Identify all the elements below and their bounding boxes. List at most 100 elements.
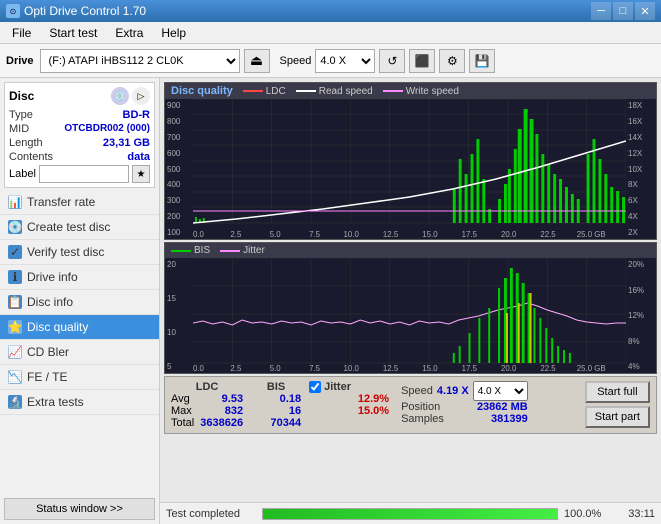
sidebar-item-disc-info[interactable]: 📋 Disc info [0, 290, 159, 315]
y2r-16pct: 16% [628, 286, 654, 295]
label-label: Label [9, 168, 36, 180]
sidebar-item-verify-test-disc[interactable]: ✓ Verify test disc [0, 240, 159, 265]
y1r-12x: 12X [628, 149, 654, 158]
sidebar-item-extra-tests[interactable]: 🔬 Extra tests [0, 390, 159, 415]
nav-label-extra-tests: Extra tests [27, 395, 84, 409]
body: Disc 💿 ▷ Type BD-R MID OTCBDR002 (000) L… [0, 78, 661, 524]
length-value: 23,31 GB [103, 137, 150, 149]
y2r-4pct: 4% [628, 362, 654, 371]
time-display: 33:11 [615, 508, 655, 520]
bis-total-row: 70344 [251, 417, 301, 429]
nav-label-fe-te: FE / TE [27, 370, 67, 384]
toolbar: Drive (F:) ATAPI iHBS112 2 CL0K ⏏ Speed … [0, 44, 661, 78]
app-icon: ⊙ [6, 4, 20, 18]
chart1-svg-container: 0.0 2.5 5.0 7.5 10.0 12.5 15.0 17.5 20.0… [193, 99, 626, 239]
jitter-stats: Jitter 12.9% 15.0% [309, 381, 389, 417]
y1r-8x: 8X [628, 180, 654, 189]
close-button[interactable]: ✕ [635, 2, 655, 20]
status-window-button[interactable]: Status window >> [4, 498, 155, 520]
minimize-button[interactable]: ─ [591, 2, 611, 20]
main-content: Disc quality LDC Read speed Write speed [160, 78, 661, 524]
nav-label-disc-quality: Disc quality [27, 320, 88, 334]
y1r-10x: 10X [628, 165, 654, 174]
sidebar-item-create-test-disc[interactable]: 💿 Create test disc [0, 215, 159, 240]
disc-quality-chart: Disc quality LDC Read speed Write speed [164, 82, 657, 240]
mid-label: MID [9, 123, 29, 135]
y1r-16x: 16X [628, 117, 654, 126]
status-bar: Test completed 100.0% 33:11 [160, 502, 661, 524]
svg-text:5.0: 5.0 [270, 364, 282, 373]
disc-label-input[interactable] [39, 165, 129, 183]
menubar: File Start test Extra Help [0, 22, 661, 44]
y1r-2x: 2X [628, 228, 654, 237]
position-row: Position 23862 MB [401, 401, 528, 413]
drive-select[interactable]: (F:) ATAPI iHBS112 2 CL0K [40, 49, 240, 73]
max-label: Max [171, 405, 192, 417]
disc-type-row: Type BD-R [9, 109, 150, 121]
drive-label: Drive [6, 55, 34, 67]
ldc-total-value: 3638626 [200, 417, 243, 429]
menu-extra[interactable]: Extra [107, 24, 151, 42]
burn-button[interactable]: ⬛ [409, 49, 435, 73]
svg-text:20.0: 20.0 [501, 364, 517, 373]
ldc-stats: LDC Avg 9.53 Max 832 Total 3638626 [171, 381, 243, 429]
menu-start-test[interactable]: Start test [41, 24, 105, 42]
y1r-18x: 18X [628, 101, 654, 110]
svg-text:12.5: 12.5 [383, 230, 399, 239]
cd-bler-icon: 📈 [8, 345, 22, 359]
y1r-6x: 6X [628, 196, 654, 205]
menu-help[interactable]: Help [153, 24, 194, 42]
sidebar-item-drive-info[interactable]: ℹ Drive info [0, 265, 159, 290]
bis-max-value: 16 [289, 405, 301, 417]
disc-panel-header: Disc 💿 ▷ [9, 87, 150, 105]
sidebar-item-cd-bler[interactable]: 📈 CD Bler [0, 340, 159, 365]
jitter-avg-row: 12.9% [309, 393, 389, 405]
refresh-button[interactable]: ↺ [379, 49, 405, 73]
menu-file[interactable]: File [4, 24, 39, 42]
disc-info-icon: 📋 [8, 295, 22, 309]
sidebar-nav: 📊 Transfer rate 💿 Create test disc ✓ Ver… [0, 190, 159, 494]
action-buttons: Start full Start part [585, 381, 650, 428]
eject-button[interactable]: ⏏ [244, 49, 270, 73]
content-inner: Disc quality LDC Read speed Write speed [160, 78, 661, 524]
svg-text:0.0: 0.0 [193, 230, 205, 239]
speed-select[interactable]: 4.0 X [315, 49, 375, 73]
speed-setting-select[interactable]: 4.0 X [473, 381, 528, 401]
y1-400: 400 [167, 180, 191, 189]
nav-label-drive-info: Drive info [27, 270, 78, 284]
svg-text:15.0: 15.0 [422, 230, 438, 239]
type-label: Type [9, 109, 33, 121]
maximize-button[interactable]: □ [613, 2, 633, 20]
fe-te-icon: 📉 [8, 370, 22, 384]
sidebar-item-fe-te[interactable]: 📉 FE / TE [0, 365, 159, 390]
disc-mid-row: MID OTCBDR002 (000) [9, 123, 150, 135]
disc-icon2: ▷ [132, 87, 150, 105]
read-speed-legend-label: Read speed [319, 86, 373, 97]
jitter-checkbox[interactable] [309, 381, 321, 393]
y2r-12pct: 12% [628, 311, 654, 320]
save-button[interactable]: 💾 [469, 49, 495, 73]
sidebar-item-transfer-rate[interactable]: 📊 Transfer rate [0, 190, 159, 215]
start-full-button[interactable]: Start full [585, 381, 650, 403]
chart1-svg: 0.0 2.5 5.0 7.5 10.0 12.5 15.0 17.5 20.0… [193, 99, 626, 239]
start-part-button[interactable]: Start part [585, 406, 650, 428]
sidebar: Disc 💿 ▷ Type BD-R MID OTCBDR002 (000) L… [0, 78, 160, 524]
settings-button[interactable]: ⚙ [439, 49, 465, 73]
speed-label: Speed [280, 55, 312, 67]
titlebar-left: ⊙ Opti Drive Control 1.70 [6, 4, 146, 18]
disc-label-button[interactable]: ★ [132, 165, 150, 183]
write-speed-legend: Write speed [383, 86, 459, 97]
read-speed-legend: Read speed [296, 86, 373, 97]
sidebar-item-disc-quality[interactable]: ⭐ Disc quality [0, 315, 159, 340]
svg-text:17.5: 17.5 [462, 230, 478, 239]
jitter-legend-label: Jitter [243, 245, 265, 256]
svg-text:0.0: 0.0 [193, 364, 205, 373]
ldc-legend-label: LDC [266, 86, 286, 97]
chart2-area: 20 15 10 5 [165, 258, 656, 373]
chart1-title: Disc quality [171, 85, 233, 97]
jitter-max-value: 15.0% [358, 405, 389, 417]
ldc-avg-value: 9.53 [222, 393, 243, 405]
nav-label-transfer-rate: Transfer rate [27, 195, 95, 209]
bis-avg-value: 0.18 [280, 393, 301, 405]
speed-position-stats: Speed 4.19 X 4.0 X Position 23862 MB Sam… [401, 381, 528, 425]
